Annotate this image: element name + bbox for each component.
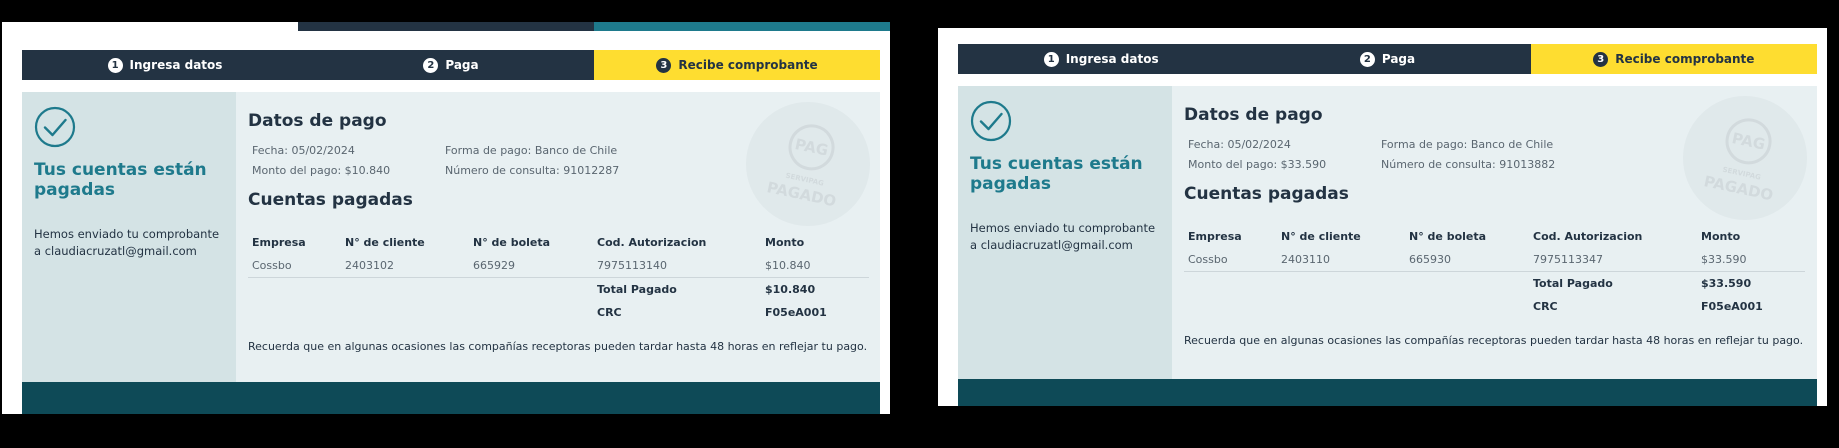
paid-accounts-table: Empresa N° de cliente N° de boleta Cod. …	[248, 231, 869, 324]
table-cell: 665929	[469, 254, 593, 278]
step-label: Ingresa datos	[1065, 52, 1159, 66]
check-circle-icon	[970, 100, 1012, 142]
table-row: Cossbo 2403102 665929 7975113140 $10.840	[248, 254, 869, 278]
check-circle-icon	[34, 106, 76, 148]
step-paga: 2 Paga	[1244, 44, 1530, 74]
confirmation-panel: Tus cuentas están pagadas Hemos enviado …	[22, 92, 236, 382]
table-cell: $10.840	[761, 254, 869, 278]
total-row: Total Pagado $33.590	[1184, 272, 1805, 296]
step-number: 1	[1043, 51, 1059, 67]
step-label: Recibe comprobante	[1615, 52, 1755, 66]
receipt-card-1: 1 Ingresa datos 2 Paga 3 Recibe comproba…	[2, 22, 890, 414]
crc-value: F05eA001	[765, 306, 827, 319]
table-cell: Cossbo	[1184, 248, 1277, 272]
progress-steps: 1 Ingresa datos 2 Paga 3 Recibe comproba…	[958, 44, 1817, 74]
confirmation-message: Hemos enviado tu comprobante a claudiacr…	[34, 227, 220, 258]
crc-label: CRC	[1533, 300, 1558, 313]
crc-value: F05eA001	[1701, 300, 1763, 313]
total-value: $10.840	[765, 283, 816, 296]
total-row: Total Pagado $10.840	[248, 278, 869, 302]
progress-steps: 1 Ingresa datos 2 Paga 3 Recibe comproba…	[22, 50, 880, 80]
table-cell: 2403110	[1277, 248, 1405, 272]
table-cell: 665930	[1405, 248, 1529, 272]
payment-date: Fecha: 05/02/2024	[1188, 138, 1291, 151]
receipt-content: Tus cuentas están pagadas Hemos enviado …	[22, 92, 880, 382]
column-header: N° de boleta	[1409, 230, 1487, 243]
step-recibe-comprobante: 3 Recibe comprobante	[594, 50, 880, 80]
payment-details: PAG SERVIPAG PAGADO Datos de pago Fecha:…	[236, 92, 880, 382]
step-label: Ingresa datos	[129, 58, 223, 72]
column-header: Cod. Autorizacion	[1533, 230, 1643, 243]
table-cell: $33.590	[1697, 248, 1805, 272]
top-color-bar	[2, 22, 890, 31]
table-header-row: Empresa N° de cliente N° de boleta Cod. …	[1184, 225, 1805, 248]
confirmation-title: Tus cuentas están pagadas	[970, 154, 1143, 194]
step-ingresa-datos: 1 Ingresa datos	[958, 44, 1244, 74]
delay-note: Recuerda que en algunas ocasiones las co…	[248, 340, 868, 353]
top-bar-segment	[298, 22, 594, 31]
step-recibe-comprobante: 3 Recibe comprobante	[1530, 44, 1817, 74]
receipt-content: Tus cuentas están pagadas Hemos enviado …	[958, 86, 1817, 379]
step-paga: 2 Paga	[308, 50, 594, 80]
confirmation-panel: Tus cuentas están pagadas Hemos enviado …	[958, 86, 1172, 379]
delay-note: Recuerda que en algunas ocasiones las co…	[1184, 334, 1804, 347]
servipag-logo: PAG	[784, 120, 839, 175]
payment-amount: Monto del pago: $10.840	[252, 164, 391, 177]
total-label: Total Pagado	[597, 283, 677, 296]
step-label: Recibe comprobante	[678, 58, 818, 72]
receipt-card-2: 1 Ingresa datos 2 Paga 3 Recibe comproba…	[938, 28, 1827, 406]
confirmation-title: Tus cuentas están pagadas	[34, 160, 207, 200]
column-header: Empresa	[252, 236, 306, 249]
total-value: $33.590	[1701, 277, 1752, 290]
table-row: Cossbo 2403110 665930 7975113347 $33.590	[1184, 248, 1805, 272]
confirmation-message: Hemos enviado tu comprobante a claudiacr…	[970, 221, 1156, 252]
top-bar-segment	[594, 22, 890, 31]
column-header: N° de cliente	[345, 236, 425, 249]
crc-label: CRC	[597, 306, 622, 319]
payment-date: Fecha: 05/02/2024	[252, 144, 355, 157]
crc-row: CRC F05eA001	[248, 301, 869, 324]
table-cell: 7975113140	[593, 254, 761, 278]
step-label: Paga	[445, 58, 479, 72]
table-cell: Cossbo	[248, 254, 341, 278]
step-number: 2	[423, 57, 439, 73]
table-cell: 2403102	[341, 254, 469, 278]
step-number: 2	[1359, 51, 1375, 67]
step-number: 3	[656, 57, 672, 73]
column-header: Monto	[1701, 230, 1741, 243]
top-bar-segment	[2, 22, 298, 31]
column-header: Empresa	[1188, 230, 1242, 243]
paid-accounts-table: Empresa N° de cliente N° de boleta Cod. …	[1184, 225, 1805, 318]
step-number: 1	[107, 57, 123, 73]
table-cell: 7975113347	[1529, 248, 1697, 272]
column-header: Cod. Autorizacion	[597, 236, 707, 249]
column-header: N° de cliente	[1281, 230, 1361, 243]
table-header-row: Empresa N° de cliente N° de boleta Cod. …	[248, 231, 869, 254]
footer-bar	[22, 382, 880, 414]
step-label: Paga	[1381, 52, 1416, 66]
step-number: 3	[1593, 51, 1609, 67]
column-header: Monto	[765, 236, 805, 249]
total-label: Total Pagado	[1533, 277, 1613, 290]
payment-details: PAG SERVIPAG PAGADO Datos de pago Fecha:…	[1172, 86, 1817, 379]
payment-amount: Monto del pago: $33.590	[1188, 158, 1327, 171]
step-ingresa-datos: 1 Ingresa datos	[22, 50, 308, 80]
footer-bar	[958, 379, 1817, 406]
column-header: N° de boleta	[473, 236, 551, 249]
crc-row: CRC F05eA001	[1184, 295, 1805, 318]
servipag-logo: PAG	[1721, 114, 1776, 169]
